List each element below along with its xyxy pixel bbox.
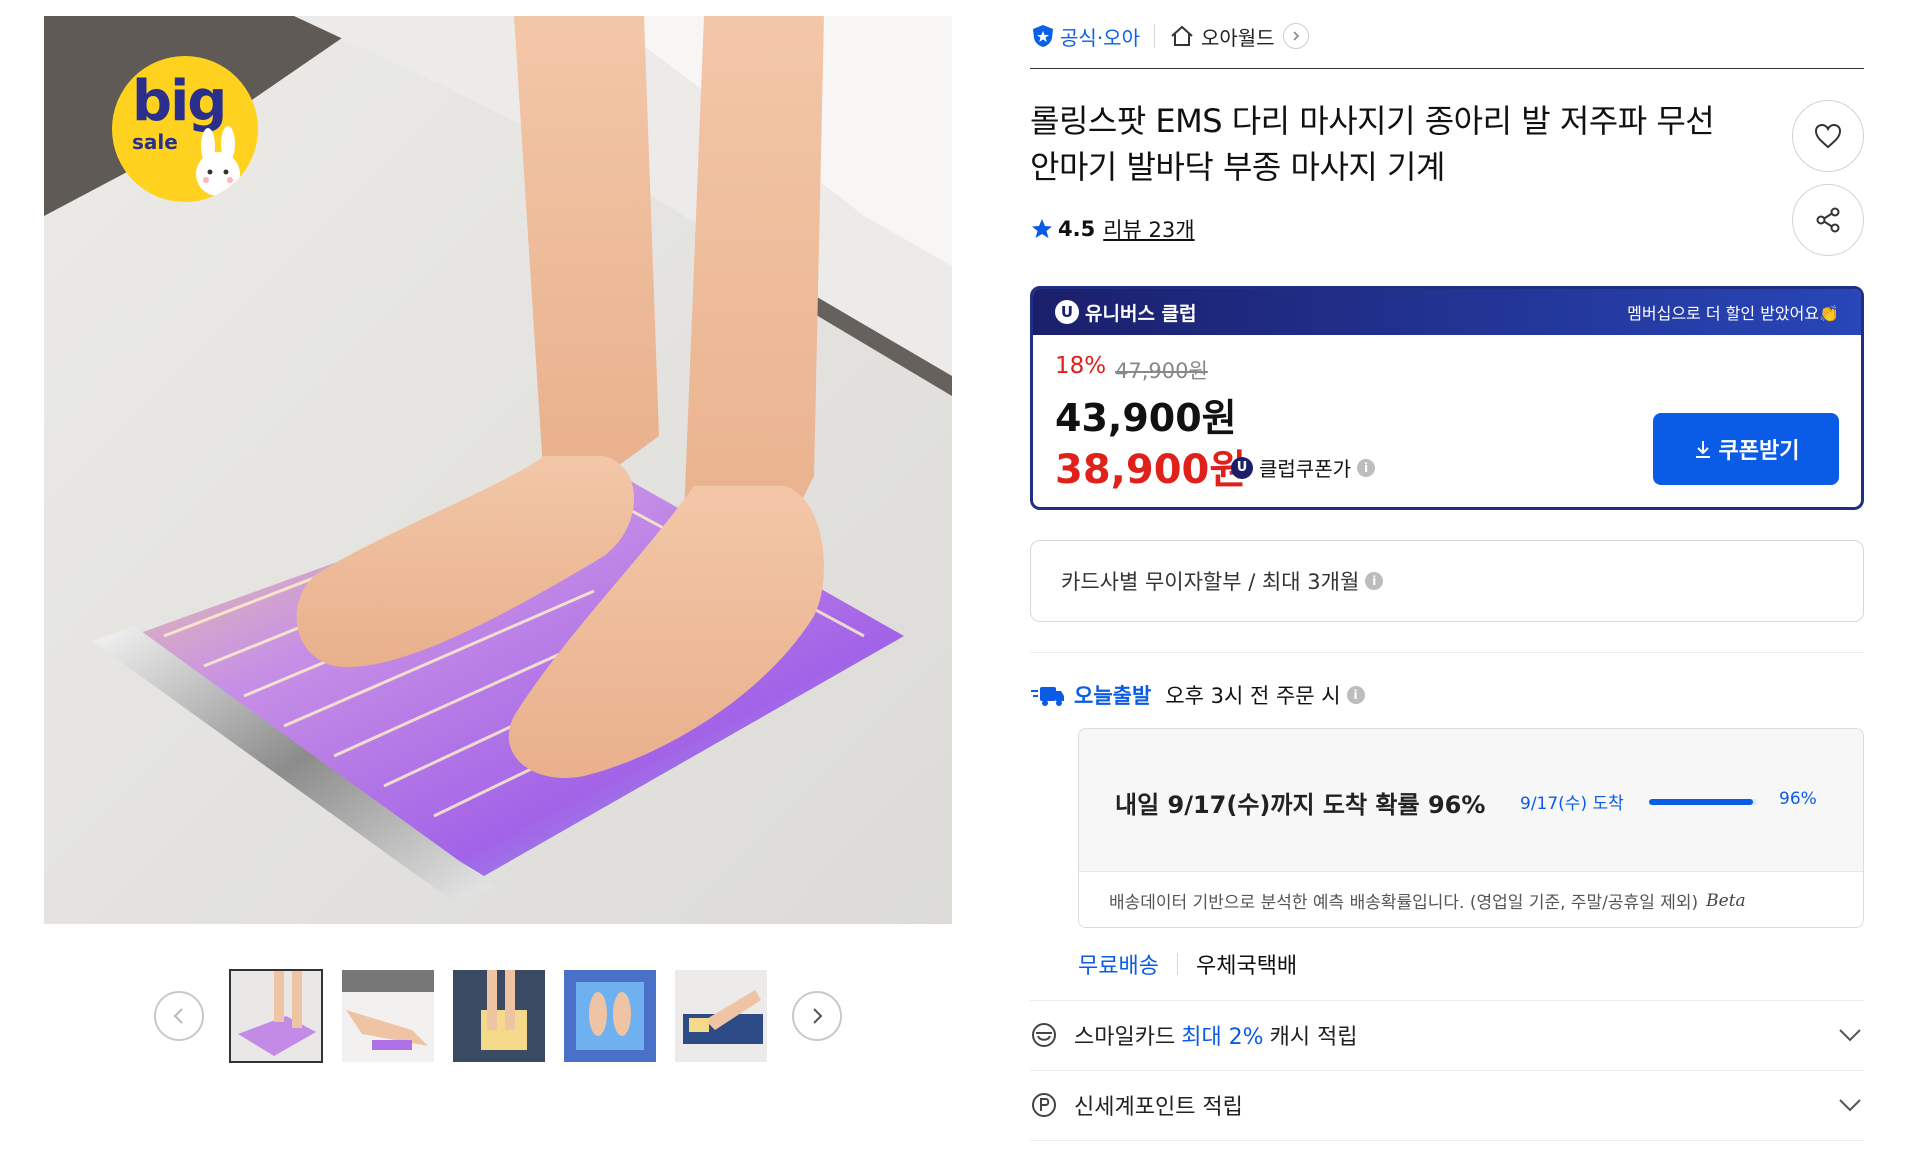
club-body: 18% 47,900원 43,900원 38,900원 U 클럽쿠폰가 i 쿠폰… (1033, 335, 1861, 507)
smile-card-icon (1032, 1023, 1056, 1047)
share-button[interactable] (1792, 184, 1864, 256)
share-icon (1816, 207, 1840, 233)
download-icon (1695, 441, 1710, 458)
arrival-probability-headline: 내일 9/17(수)까지 도착 확률 96% (1115, 791, 1486, 819)
thumb-foot-pad[interactable] (229, 969, 323, 1063)
delivery-probability-box: 내일 9/17(수)까지 도착 확률 96% 9/17(수) 도착 96% 배송… (1078, 728, 1864, 928)
club-header: U 유니버스 클럽 멤버십으로 더 할인 받았어요👏 (1033, 289, 1861, 335)
product-title: 롤링스팟 EMS 다리 마사지기 종아리 발 저주파 무선 안마기 발바닥 부종… (1030, 102, 1715, 186)
product-info-panel: 공식 ·오아 오아월드 롤링스팟 EMS 다리 마사지기 종아리 발 저주파 무… (1030, 0, 1864, 1153)
divider (1030, 68, 1864, 69)
discount-rate: 18% (1055, 353, 1107, 379)
divider (1030, 1140, 1864, 1141)
original-price: 47,900원 (1115, 359, 1208, 383)
divider (1030, 652, 1864, 653)
official-label: 공식 (1060, 25, 1097, 50)
beta-label: Beta (1706, 890, 1746, 911)
benefit-prefix: 스마일카드 (1074, 1025, 1176, 1050)
divider (1176, 953, 1178, 975)
probability-note: 배송데이터 기반으로 분석한 예측 배송확률입니다. (영업일 기준, 주말/공… (1079, 871, 1863, 927)
shipping-row: 무료배송 우체국택배 (1078, 948, 1297, 980)
rating-row: 4.5 리뷰 23개 (1030, 214, 1195, 244)
arrival-date-label: 9/17(수) 도착 (1520, 794, 1624, 814)
thumb-leg-massage[interactable] (342, 970, 434, 1062)
info-icon[interactable]: i (1357, 458, 1375, 477)
fast-truck-icon (1031, 687, 1064, 706)
info-icon[interactable]: i (1365, 572, 1384, 590)
review-count-link[interactable]: 리뷰 23개 (1103, 214, 1194, 244)
badge-sale-text: sale (132, 130, 178, 154)
club-name: 유니버스 클럽 (1085, 302, 1197, 325)
free-shipping-label: 무료배송 (1078, 954, 1159, 979)
installment-text: 카드사별 무이자할부 / 최대 3개월 (1061, 570, 1360, 594)
delivery-row: 오늘출발 오후 3시 전 주문 시 i (1030, 680, 1365, 710)
benefit-label: 신세계포인트 적립 (1074, 1095, 1243, 1120)
ship-cutoff-text: 오후 3시 전 주문 시 (1165, 684, 1341, 708)
heart-icon (1814, 123, 1842, 149)
chevron-left-icon (173, 1008, 183, 1024)
rating-value: 4.5 (1058, 217, 1096, 241)
benefit-suffix: 캐시 적립 (1269, 1025, 1358, 1050)
thumb-feet-on-pad[interactable] (453, 970, 545, 1062)
divider (1153, 24, 1155, 48)
club-coupon-label: U 클럽쿠폰가 i (1231, 453, 1375, 482)
point-p-icon (1032, 1093, 1056, 1117)
shinsegae-point-benefit-row[interactable]: 신세계포인트 적립 (1030, 1070, 1864, 1140)
chevron-down-icon (1839, 1029, 1861, 1042)
thumb-lying-user[interactable] (675, 970, 767, 1062)
info-icon[interactable]: i (1346, 686, 1365, 704)
universe-u-icon: U (1055, 300, 1079, 324)
store-row: 공식 ·오아 오아월드 (1030, 18, 1309, 54)
carrier-label: 우체국택배 (1195, 954, 1298, 979)
brand-world-link[interactable]: 오아월드 (1201, 22, 1275, 51)
probability-summary: 내일 9/17(수)까지 도착 확률 96% 9/17(수) 도착 96% (1079, 729, 1863, 871)
thumbnail-carousel (152, 969, 852, 1066)
club-coupon-label-text: 클럽쿠폰가 (1259, 457, 1351, 481)
big-sale-badge: big sale (112, 56, 258, 202)
probability-bar (1649, 799, 1757, 805)
get-coupon-label: 쿠폰받기 (1718, 439, 1800, 464)
probability-percent: 96% (1779, 789, 1817, 809)
bunny-icon (196, 126, 240, 196)
smile-card-benefit-row[interactable]: 스마일카드 최대 2% 캐시 적립 (1030, 1000, 1864, 1070)
official-shield-icon (1033, 25, 1053, 47)
club-promo-text: 멤버십으로 더 할인 받았어요👏 (1627, 304, 1839, 323)
star-icon (1032, 219, 1052, 238)
sale-price: 43,900원 (1055, 396, 1237, 440)
main-product-image[interactable]: big sale (44, 16, 952, 924)
thumb-pad-blue-light[interactable] (564, 970, 656, 1062)
badge-big-text: big (132, 69, 227, 134)
chevron-down-icon (1839, 1099, 1861, 1112)
home-icon (1171, 25, 1193, 46)
chevron-right-icon[interactable] (1282, 23, 1309, 49)
universe-u-icon: U (1231, 456, 1253, 479)
club-coupon-price: 38,900원 (1055, 447, 1247, 493)
today-ship-label: 오늘출발 (1074, 684, 1152, 708)
brand-store-link[interactable]: ·오아 (1097, 22, 1140, 51)
probability-bar-fill (1649, 799, 1753, 805)
universe-club-price-box: U 유니버스 클럽 멤버십으로 더 할인 받았어요👏 18% 47,900원 4… (1030, 286, 1864, 510)
installment-info[interactable]: 카드사별 무이자할부 / 최대 3개월 i (1030, 540, 1864, 622)
probability-note-text: 배송데이터 기반으로 분석한 예측 배송확률입니다. (영업일 기준, 주말/공… (1109, 893, 1699, 913)
get-coupon-button[interactable]: 쿠폰받기 (1653, 413, 1839, 485)
wishlist-button[interactable] (1792, 100, 1864, 172)
chevron-right-icon (813, 1008, 823, 1024)
thumbnail-prev-button[interactable] (154, 991, 204, 1041)
thumbnail-next-button[interactable] (792, 991, 842, 1041)
benefit-highlight: 최대 2% (1181, 1025, 1264, 1050)
